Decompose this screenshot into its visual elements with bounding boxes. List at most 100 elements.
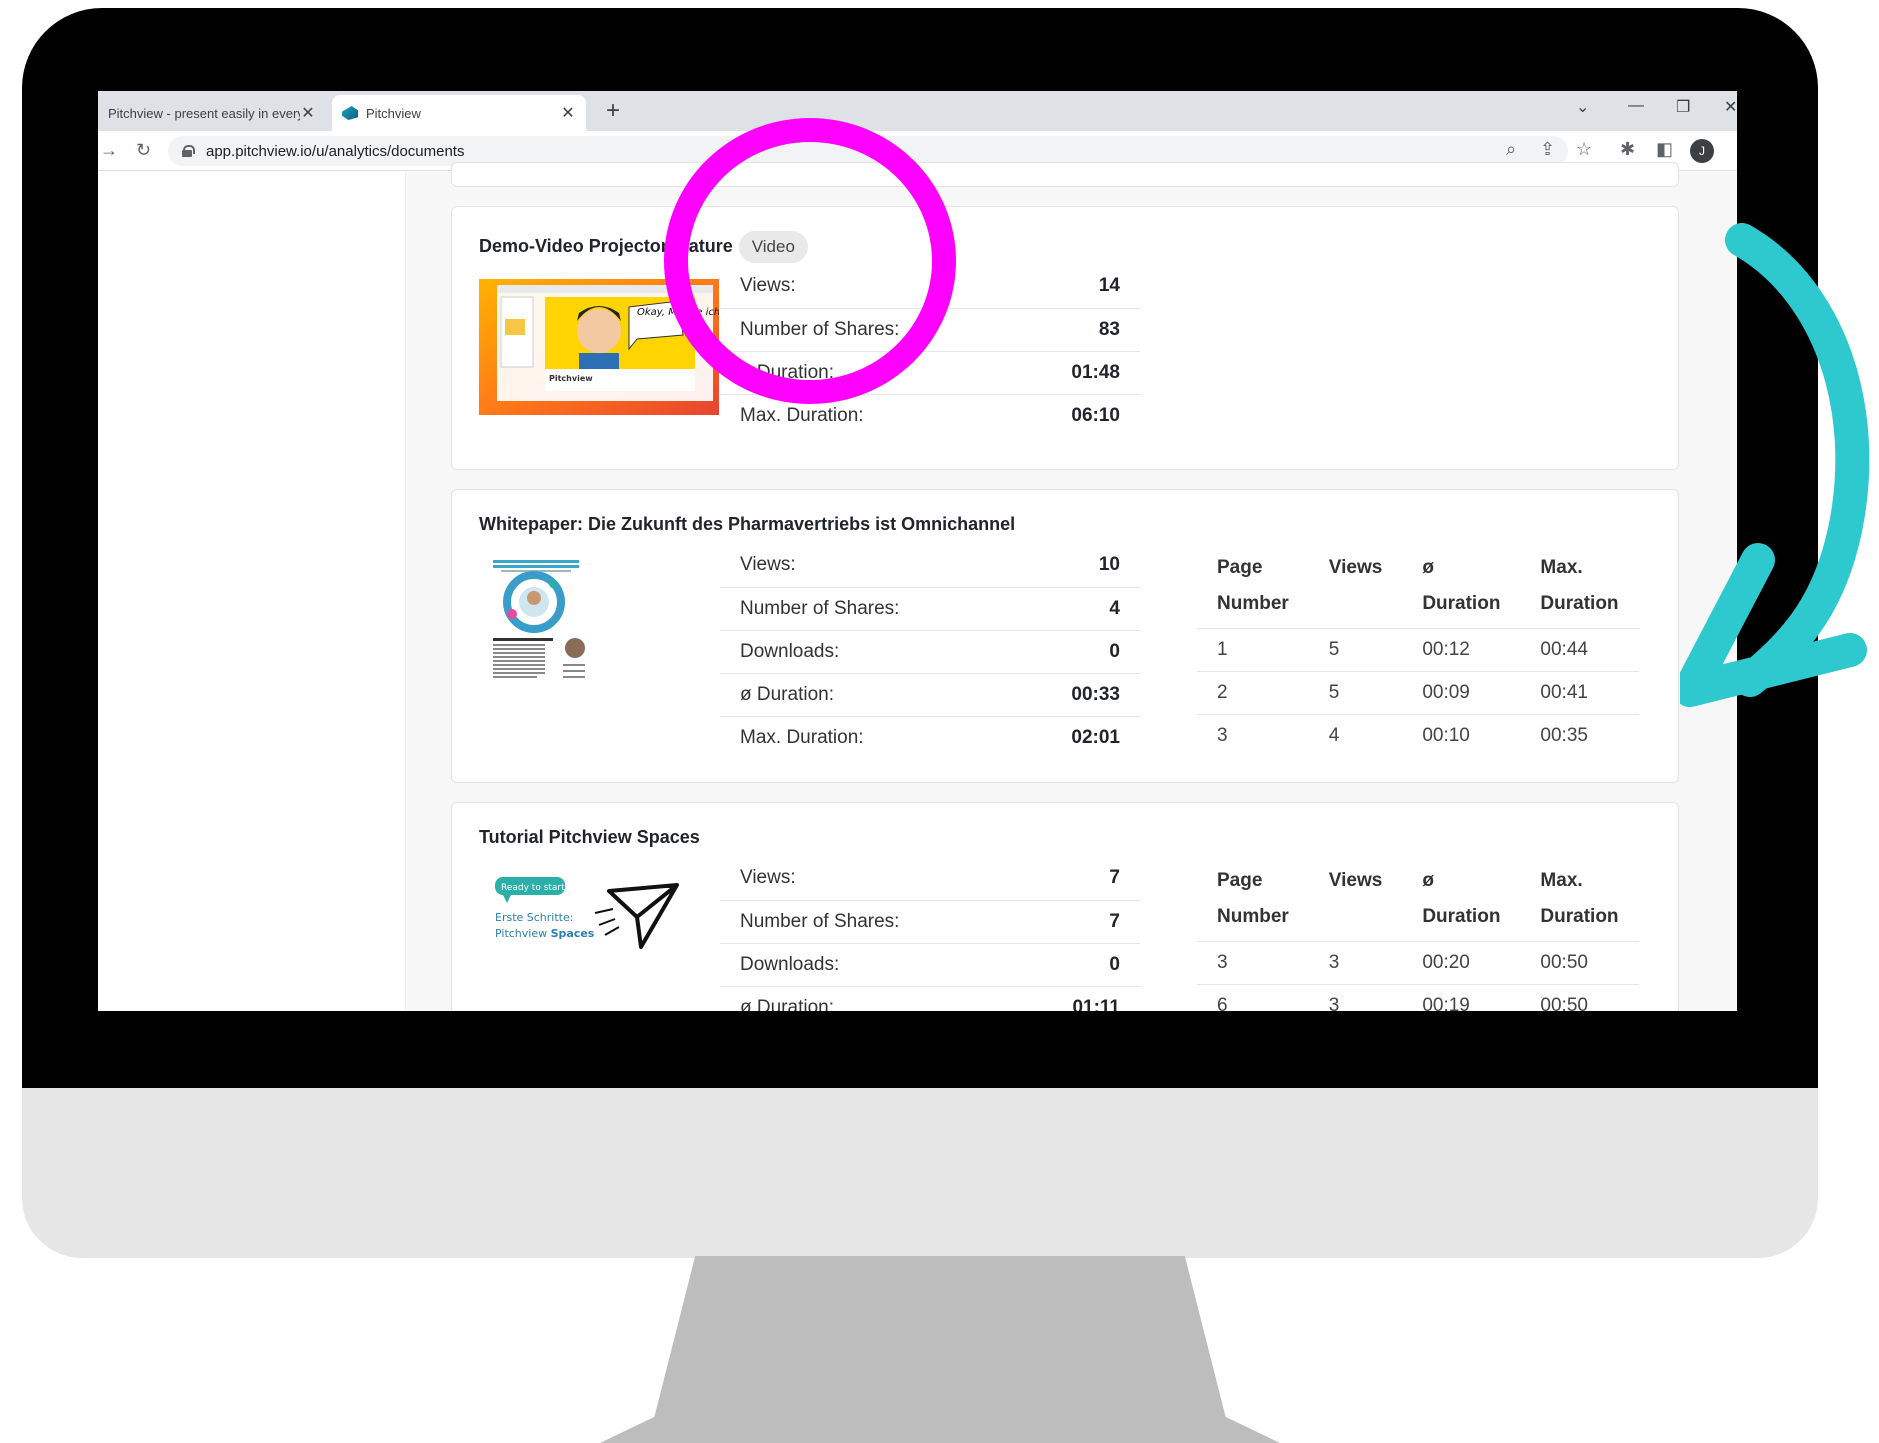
page-stats-table: Page Number Views ø Duration Max. Durati… bbox=[1197, 857, 1639, 1011]
table-cell: 00:44 bbox=[1520, 628, 1639, 672]
stat-value: 00:33 bbox=[1010, 673, 1140, 717]
stat-value: 0 bbox=[1010, 630, 1140, 674]
table-row: 3 3 00:20 00:50 bbox=[1197, 941, 1639, 985]
close-tab-icon[interactable]: ✕ bbox=[560, 103, 576, 123]
stat-label: ø Duration: bbox=[720, 673, 1011, 717]
side-panel-icon[interactable]: ◧ bbox=[1656, 139, 1673, 160]
table-cell: 4 bbox=[1328, 725, 1340, 747]
table-cell: 3 bbox=[1217, 725, 1228, 747]
table-cell: 2 bbox=[1197, 671, 1309, 715]
document-card: Demo-Video Projector feature Video Okay,… bbox=[451, 206, 1679, 470]
table-cell: 6 bbox=[1217, 995, 1228, 1011]
table-cell: 5 bbox=[1308, 628, 1403, 672]
whitepaper-thumbnail-image bbox=[489, 558, 599, 700]
stat-label: Number of Shares: bbox=[720, 587, 1011, 631]
stat-label: Downloads: bbox=[720, 630, 1011, 674]
svg-text:Pitchview: Pitchview bbox=[549, 374, 593, 383]
stat-label: Max. Duration: bbox=[740, 404, 864, 426]
bookmark-star-icon[interactable]: ☆ bbox=[1576, 139, 1592, 160]
document-title: Tutorial Pitchview Spaces bbox=[479, 827, 700, 847]
stat-label: ø Duration: bbox=[740, 996, 834, 1011]
documents-list: Demo-Video Projector feature Video Okay,… bbox=[406, 162, 1737, 1011]
zoom-icon[interactable]: ⌕ bbox=[1506, 139, 1516, 160]
stat-label: Number of Shares: bbox=[720, 900, 1012, 944]
stat-value: 0 bbox=[1011, 943, 1140, 987]
svg-text:Pitchview Spaces: Pitchview Spaces bbox=[495, 927, 595, 940]
tab-pitchview-home[interactable]: Pitchview - present easily in every ✕ bbox=[98, 95, 326, 131]
document-card: Tutorial Pitchview Spaces Ready to start… bbox=[451, 802, 1679, 1011]
tutorial-thumbnail-image: Ready to start? Erste Schritte: Pitchvie… bbox=[479, 865, 719, 961]
whitepaper-thumbnail[interactable] bbox=[479, 554, 719, 704]
page-stats-table: Page Number Views ø Duration Max. Durati… bbox=[1197, 544, 1639, 758]
curved-arrow-icon bbox=[1680, 223, 1870, 707]
monitor-mockup: Pitchview - present easily in every ✕ Pi… bbox=[0, 0, 1879, 1443]
table-row: 3 4 00:10 00:35 bbox=[1197, 715, 1639, 758]
close-window-icon[interactable]: ✕ bbox=[1724, 97, 1737, 117]
table-cell: 00:12 bbox=[1402, 628, 1521, 672]
forward-icon[interactable]: → bbox=[100, 140, 118, 161]
reload-icon[interactable]: ↻ bbox=[136, 140, 151, 161]
document-title: Whitepaper: Die Zukunft des Pharmavertri… bbox=[479, 514, 1016, 534]
table-cell: 00:19 bbox=[1422, 995, 1470, 1011]
table-cell: 00:10 bbox=[1422, 725, 1470, 747]
stat-value: 01:48 bbox=[1010, 351, 1140, 395]
minimize-icon[interactable]: — bbox=[1628, 97, 1644, 115]
tab-strip: Pitchview - present easily in every ✕ Pi… bbox=[98, 91, 1737, 131]
column-header: Page Number bbox=[1197, 544, 1309, 629]
stats-table: Views: 10 Number of Shares: 4 Downloads: 0 … bbox=[720, 544, 1140, 759]
tutorial-thumbnail[interactable]: Ready to start? Erste Schritte: Pitchvie… bbox=[479, 865, 719, 961]
pitchview-favicon-icon bbox=[342, 106, 358, 120]
column-header: Page Number bbox=[1197, 857, 1309, 942]
stat-label: Downloads: bbox=[720, 943, 1012, 987]
table-cell: 00:20 bbox=[1402, 941, 1521, 985]
svg-text:Ready to start?: Ready to start? bbox=[501, 883, 570, 893]
extensions-icon[interactable]: ✱ bbox=[1620, 139, 1635, 160]
table-cell: 3 bbox=[1308, 941, 1403, 985]
monitor-stand bbox=[600, 1256, 1280, 1443]
tab-title: Pitchview bbox=[366, 105, 421, 121]
table-cell: 00:50 bbox=[1520, 941, 1639, 985]
lock-icon bbox=[182, 145, 195, 157]
table-cell: 00:35 bbox=[1540, 725, 1588, 747]
sidebar bbox=[98, 172, 406, 1011]
table-row: 1 5 00:12 00:44 bbox=[1197, 628, 1639, 672]
table-cell: 5 bbox=[1308, 671, 1403, 715]
column-header: ø Duration bbox=[1402, 544, 1521, 629]
column-header: Max. Duration bbox=[1520, 544, 1639, 629]
document-card: Whitepaper: Die Zukunft des Pharmavertri… bbox=[451, 489, 1679, 783]
close-tab-icon[interactable]: ✕ bbox=[300, 103, 316, 123]
share-icon[interactable]: ⇪ bbox=[1540, 139, 1555, 160]
column-header: Max. Duration bbox=[1520, 857, 1639, 942]
table-cell: 3 bbox=[1197, 941, 1309, 985]
column-header: Views bbox=[1308, 544, 1403, 629]
table-cell: 00:09 bbox=[1402, 671, 1521, 715]
table-cell: 00:41 bbox=[1520, 671, 1639, 715]
tab-search-icon[interactable]: ⌄ bbox=[1576, 97, 1589, 117]
stat-value: 7 bbox=[1011, 857, 1140, 901]
stat-label: Max. Duration: bbox=[740, 726, 864, 748]
url-text: app.pitchview.io/u/analytics/documents bbox=[206, 142, 465, 160]
tab-title: Pitchview - present easily in every bbox=[108, 105, 300, 121]
stat-value: 4 bbox=[1010, 587, 1140, 631]
stat-value: 06:10 bbox=[1071, 404, 1120, 426]
new-tab-button[interactable]: + bbox=[606, 97, 620, 125]
stats-table: Views: 7 Number of Shares: 7 Downloads: 0 ø… bbox=[720, 857, 1140, 1011]
table-cell: 00:50 bbox=[1540, 995, 1588, 1011]
table-cell: 3 bbox=[1328, 995, 1340, 1011]
stat-value: 14 bbox=[1010, 265, 1140, 309]
stat-value: 01:11 bbox=[1072, 996, 1120, 1011]
table-row: 6 3 00:19 00:50 bbox=[1197, 985, 1639, 1011]
svg-text:Erste Schritte:: Erste Schritte: bbox=[495, 911, 573, 924]
monitor-chin bbox=[22, 1088, 1818, 1258]
profile-avatar[interactable]: J bbox=[1690, 139, 1714, 163]
table-cell: 1 bbox=[1197, 628, 1309, 672]
stat-value: 10 bbox=[1010, 544, 1140, 588]
restore-icon[interactable]: ❐ bbox=[1676, 97, 1690, 117]
highlight-circle bbox=[664, 118, 956, 404]
stat-value: 02:01 bbox=[1071, 726, 1120, 748]
column-header: Views bbox=[1308, 857, 1403, 942]
document-card-previous bbox=[451, 162, 1679, 187]
table-row: 2 5 00:09 00:41 bbox=[1197, 671, 1639, 715]
tab-pitchview[interactable]: Pitchview ✕ bbox=[332, 95, 586, 131]
stat-label: Views: bbox=[720, 544, 1011, 588]
